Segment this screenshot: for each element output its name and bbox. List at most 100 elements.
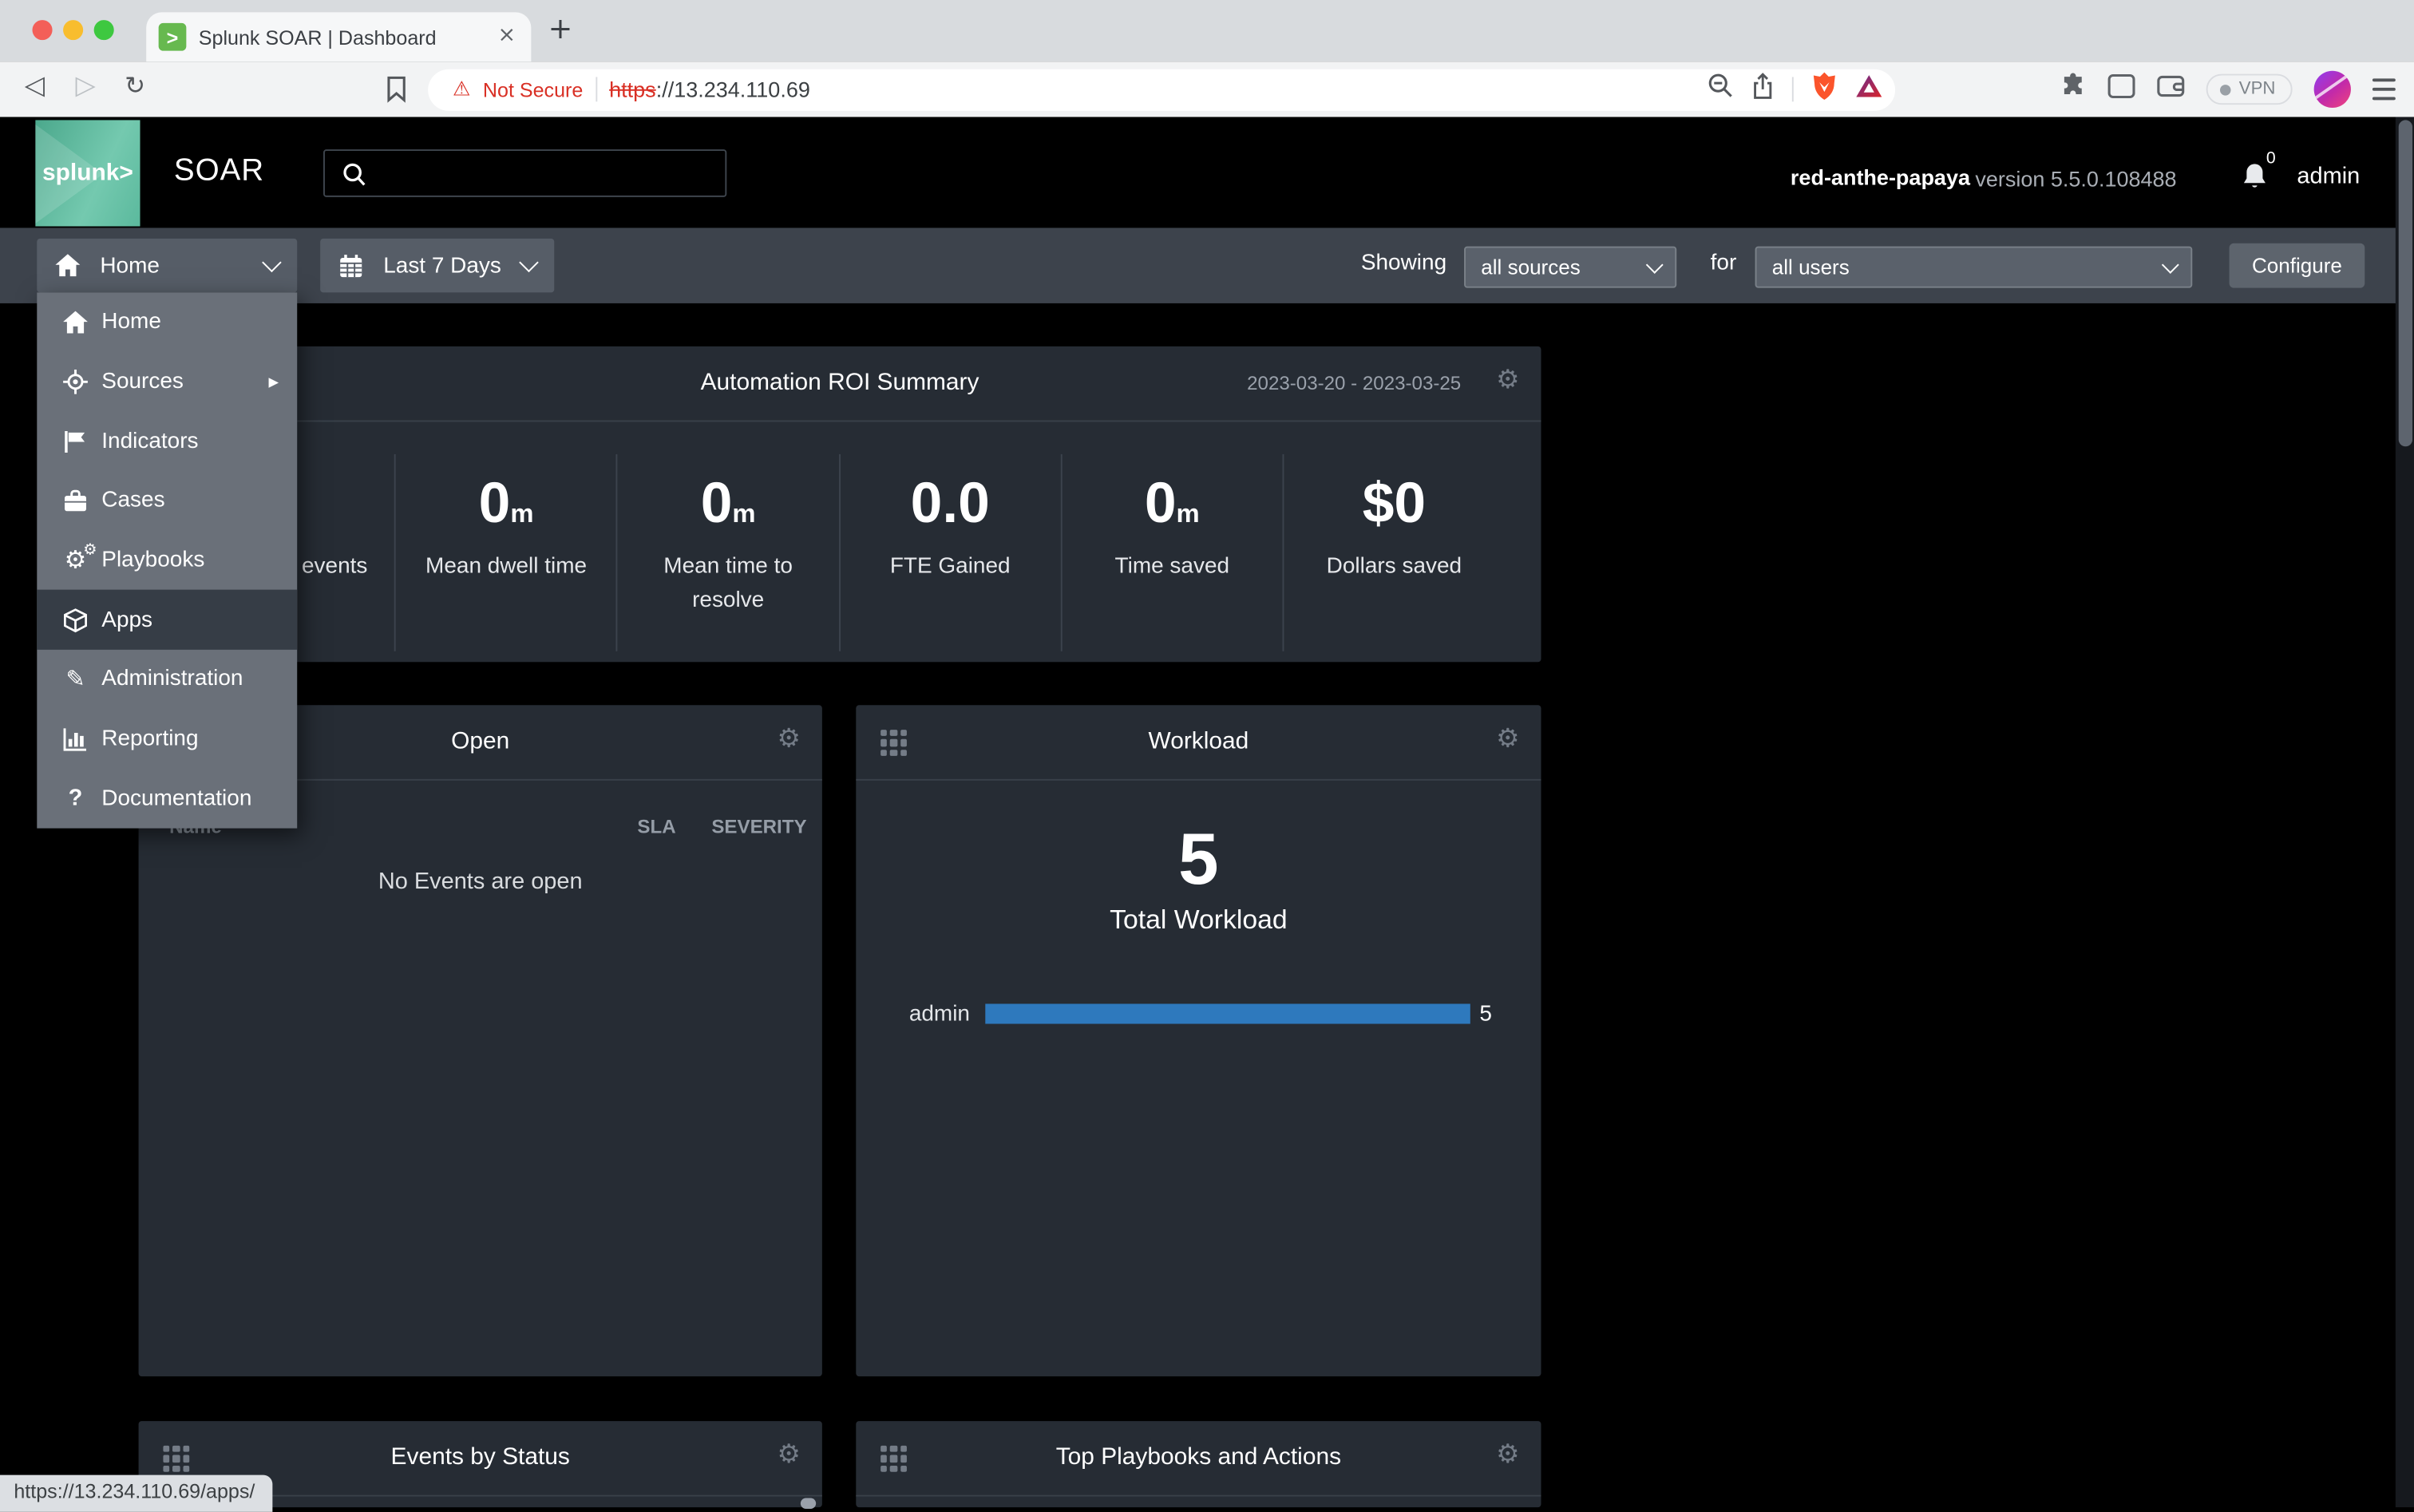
cube-icon bbox=[55, 608, 95, 632]
browser-menu-icon[interactable] bbox=[2372, 79, 2396, 100]
profile-avatar[interactable] bbox=[2314, 71, 2351, 108]
home-icon bbox=[55, 311, 95, 334]
roi-summary-panel: Automation ROI Summary 2023-03-20 - 2023… bbox=[139, 346, 1541, 662]
menu-item-home[interactable]: Home bbox=[37, 292, 297, 352]
window-zoom-button[interactable] bbox=[94, 20, 114, 40]
roi-stat: 0m Mean dwell time bbox=[394, 454, 616, 651]
configure-button[interactable]: Configure bbox=[2230, 243, 2365, 288]
notifications-bell-icon[interactable] bbox=[2242, 161, 2268, 198]
menu-item-cases[interactable]: Cases bbox=[37, 471, 297, 531]
search-input[interactable] bbox=[374, 154, 719, 196]
workload-bar-row: admin 5 bbox=[856, 1002, 1541, 1025]
workload-bar-value: 5 bbox=[1479, 1002, 1492, 1027]
menu-item-label: Home bbox=[101, 310, 161, 334]
notification-count-badge: 0 bbox=[2266, 149, 2276, 168]
zoom-out-icon[interactable] bbox=[1708, 73, 1734, 106]
address-bar[interactable]: ⚠ Not Secure https://13.234.110.69 bbox=[428, 69, 1895, 110]
stat-label: Time saved bbox=[1084, 551, 1260, 584]
instance-name: red-anthe-papaya bbox=[1791, 164, 1970, 189]
panel-settings-gear-icon[interactable]: ⚙ bbox=[1496, 726, 1519, 753]
window-minimize-button[interactable] bbox=[63, 20, 83, 40]
window-close-button[interactable] bbox=[32, 20, 52, 40]
sidebar-icon[interactable] bbox=[2108, 73, 2136, 105]
date-range-button[interactable]: Last 7 Days bbox=[320, 239, 554, 292]
workload-panel: Workload ⚙ 5 Total Workload admin 5 bbox=[856, 705, 1541, 1376]
panel-settings-gear-icon[interactable]: ⚙ bbox=[777, 1443, 800, 1469]
bookmark-icon[interactable] bbox=[385, 75, 408, 110]
splunk-favicon-icon: > bbox=[159, 23, 187, 51]
browser-tab[interactable]: > Splunk SOAR | Dashboard × bbox=[146, 12, 531, 61]
menu-item-label: Indicators bbox=[101, 429, 198, 454]
sources-filter-select[interactable]: all sources bbox=[1464, 247, 1676, 288]
vpn-dot-icon bbox=[2221, 84, 2232, 94]
for-label: for bbox=[1711, 251, 1737, 275]
chevron-down-icon bbox=[519, 253, 539, 273]
menu-item-playbooks[interactable]: ⚙⚙ Playbooks bbox=[37, 531, 297, 591]
dashboard-navbar: Home Last 7 Days Showing all sources for… bbox=[0, 228, 2414, 303]
url-divider bbox=[1792, 77, 1794, 101]
global-search[interactable] bbox=[323, 149, 726, 197]
workload-total-label: Total Workload bbox=[856, 904, 1541, 936]
nav-dropdown-button[interactable]: Home bbox=[37, 239, 297, 292]
panel-settings-gear-icon[interactable]: ⚙ bbox=[777, 726, 800, 753]
menu-item-label: Documentation bbox=[101, 786, 251, 811]
calendar-icon bbox=[338, 253, 363, 278]
chevron-down-icon bbox=[1646, 256, 1662, 272]
new-tab-button[interactable]: + bbox=[545, 15, 576, 45]
menu-item-documentation[interactable]: ? Documentation bbox=[37, 769, 297, 829]
roi-date-range: 2023-03-20 - 2023-03-25 bbox=[1247, 373, 1461, 394]
user-menu[interactable]: admin bbox=[2297, 163, 2360, 189]
tab-close-icon[interactable]: × bbox=[497, 25, 516, 46]
share-icon[interactable] bbox=[1751, 72, 1775, 107]
nav-current-label: Home bbox=[100, 253, 160, 278]
reload-icon[interactable]: ↻ bbox=[125, 74, 145, 99]
url-text: https://13.234.110.69 bbox=[609, 77, 810, 101]
bat-rewards-icon[interactable] bbox=[1855, 73, 1883, 105]
chevron-down-icon bbox=[262, 253, 282, 273]
workload-bar bbox=[985, 1003, 1470, 1024]
splunk-logo[interactable]: splunk> bbox=[35, 120, 140, 226]
sources-filter-value: all sources bbox=[1481, 255, 1580, 279]
gears-icon: ⚙⚙ bbox=[55, 548, 95, 573]
roi-stat: $0 Dollars saved bbox=[1282, 454, 1504, 651]
search-icon bbox=[342, 161, 368, 188]
browser-toolbar: ◁ ▷ ↻ ⚠ Not Secure https://13.234.110.69 bbox=[0, 61, 2414, 117]
screen: > Splunk SOAR | Dashboard × + ◁ ▷ ↻ ⚠ No… bbox=[0, 0, 2414, 1507]
tab-strip: > Splunk SOAR | Dashboard × + bbox=[0, 0, 2414, 61]
users-filter-select[interactable]: all users bbox=[1755, 247, 2193, 288]
not-secure-label[interactable]: Not Secure bbox=[483, 77, 583, 101]
page-scrollbar-thumb[interactable] bbox=[2398, 120, 2412, 446]
stat-value: 0m bbox=[396, 473, 616, 539]
not-secure-warning-icon: ⚠ bbox=[453, 79, 470, 99]
version-text: version 5.5.0.108488 bbox=[1975, 165, 2176, 190]
app-header: splunk> SOAR red-anthe-papaya version 5.… bbox=[0, 117, 2414, 228]
url-divider bbox=[596, 77, 597, 101]
menu-item-administration[interactable]: ✎ Administration bbox=[37, 650, 297, 710]
home-icon bbox=[55, 254, 80, 277]
question-icon: ? bbox=[55, 786, 95, 812]
menu-item-label: Apps bbox=[101, 608, 152, 632]
top-playbooks-panel-title: Top Playbooks and Actions bbox=[856, 1444, 1541, 1472]
menu-item-reporting[interactable]: Reporting bbox=[37, 710, 297, 770]
wallet-icon[interactable] bbox=[2158, 73, 2186, 105]
vpn-badge[interactable]: VPN bbox=[2206, 74, 2292, 105]
menu-item-sources[interactable]: Sources ▸ bbox=[37, 352, 297, 412]
menu-item-label: Cases bbox=[101, 489, 164, 513]
panel-settings-gear-icon[interactable]: ⚙ bbox=[1496, 1443, 1519, 1469]
menu-item-label: Playbooks bbox=[101, 548, 204, 573]
menu-item-apps[interactable]: Apps bbox=[37, 590, 297, 650]
workload-total-value: 5 bbox=[856, 816, 1541, 900]
page-scrollbar-track[interactable] bbox=[2396, 117, 2414, 1507]
status-bar-link: https://13.234.110.69/apps/ bbox=[0, 1475, 272, 1512]
panel-settings-gear-icon[interactable]: ⚙ bbox=[1496, 368, 1519, 394]
stat-value: 0m bbox=[1062, 473, 1282, 539]
menu-item-indicators[interactable]: Indicators bbox=[37, 412, 297, 472]
events-status-panel-title: Events by Status bbox=[139, 1444, 822, 1472]
url-scheme: https bbox=[609, 77, 656, 101]
url-rest: ://13.234.110.69 bbox=[656, 77, 810, 101]
brave-shields-lion-icon[interactable] bbox=[1810, 70, 1838, 109]
extensions-puzzle-icon[interactable] bbox=[2060, 73, 2087, 106]
forward-icon[interactable]: ▷ bbox=[75, 74, 95, 101]
back-icon[interactable]: ◁ bbox=[25, 74, 45, 101]
top-playbooks-panel: Top Playbooks and Actions ⚙ bbox=[856, 1421, 1541, 1507]
